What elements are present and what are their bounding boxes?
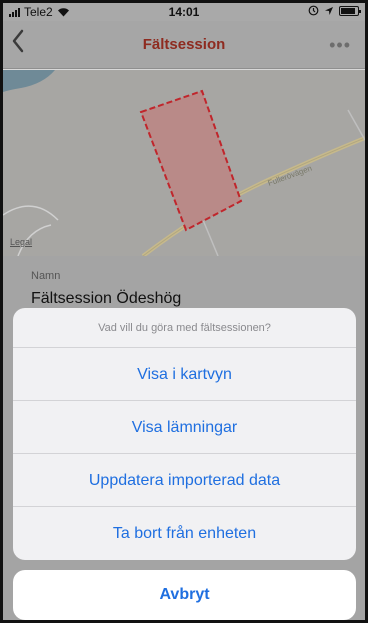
path-line-2 <box>347 109 365 141</box>
status-right <box>308 5 361 16</box>
remove-from-device-button[interactable]: Ta bort från enheten <box>13 507 356 560</box>
show-in-map-button[interactable]: Visa i kartvyn <box>13 348 356 401</box>
more-button[interactable]: ••• <box>329 35 351 56</box>
legal-link[interactable]: Legal <box>10 237 32 247</box>
update-imported-data-button[interactable]: Uppdatera importerad data <box>13 454 356 507</box>
name-value: Fältsession Ödeshög <box>31 290 182 307</box>
map-canvas: Fullerövägen <box>3 70 365 256</box>
battery-icon <box>339 5 361 16</box>
water-area <box>3 70 55 92</box>
location-arrow-icon <box>325 6 333 15</box>
location-lock-icon <box>308 5 319 16</box>
device-frame: Tele2 14:01 Fältsession ••• Fullerövägen… <box>0 0 368 623</box>
screen: Tele2 14:01 Fältsession ••• Fullerövägen… <box>3 3 365 620</box>
status-bar: Tele2 14:01 <box>3 3 365 21</box>
session-polygon <box>139 89 243 232</box>
action-sheet: Vad vill du göra med fältsessionen? Visa… <box>13 308 356 560</box>
action-sheet-title: Vad vill du göra med fältsessionen? <box>13 308 356 348</box>
path-line <box>202 219 219 256</box>
name-label: Namn <box>31 270 61 282</box>
show-remains-button[interactable]: Visa lämningar <box>13 401 356 454</box>
page-title: Fältsession <box>142 36 226 53</box>
path-line-3 <box>3 205 59 221</box>
navigation-bar: Fältsession ••• <box>3 21 365 69</box>
map-view[interactable]: Fullerövägen Legal <box>3 70 365 256</box>
cancel-button[interactable]: Avbryt <box>13 570 356 620</box>
